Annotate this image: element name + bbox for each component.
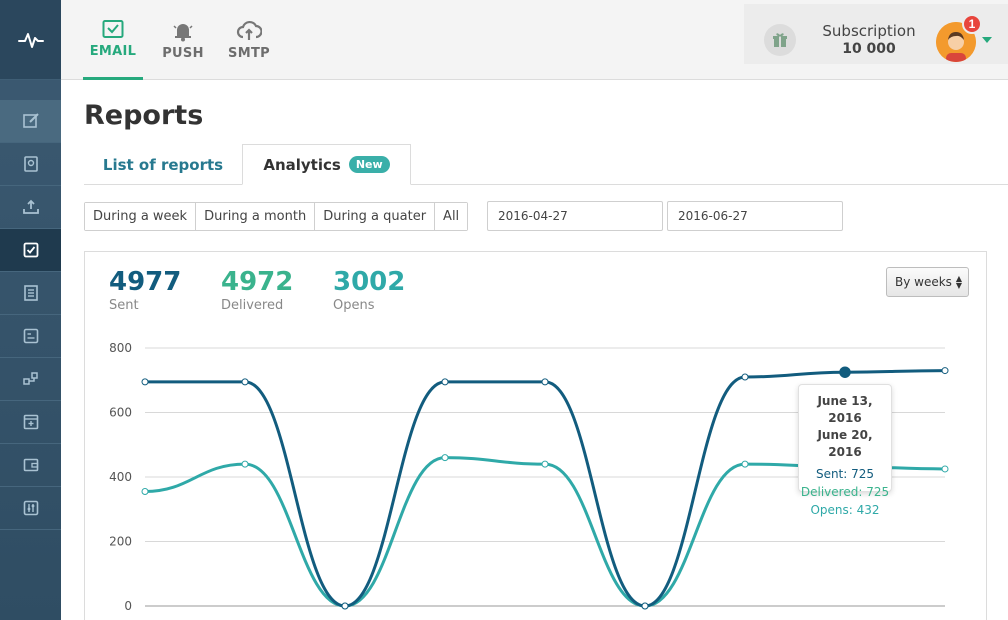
data-point-sent[interactable]	[241, 378, 249, 386]
chevron-down-icon[interactable]	[982, 37, 992, 43]
data-point-opens[interactable]	[541, 460, 549, 468]
data-point-opens[interactable]	[241, 460, 249, 468]
list-icon	[23, 285, 38, 301]
checkbox-icon	[23, 242, 38, 258]
tooltip-sent: Sent: 725	[815, 467, 875, 481]
grouping-select-value: By weeks	[895, 275, 952, 289]
date-to-input[interactable]	[667, 201, 843, 231]
pulse-logo-icon	[17, 32, 44, 48]
data-point-sent[interactable]	[341, 602, 349, 610]
y-tick-label: 600	[109, 406, 132, 420]
data-point-sent[interactable]	[741, 373, 749, 381]
top-header: EMAIL PUSH SMTP Subscription 10 000 1	[61, 0, 1008, 80]
upload-tray-icon	[22, 199, 39, 214]
stat-sent-value: 4977	[109, 267, 182, 297]
y-tick-label: 800	[109, 341, 132, 355]
tab-push[interactable]: PUSH	[155, 0, 211, 80]
stat-delivered-label: Delivered	[221, 298, 284, 313]
subscription-title: Subscription	[822, 22, 916, 40]
y-tick-label: 400	[109, 470, 132, 484]
data-point-sent[interactable]	[641, 602, 649, 610]
tooltip-opens: Opens: 432	[810, 503, 880, 517]
app-logo[interactable]	[0, 0, 61, 80]
tooltip-delivered: Delivered: 725	[800, 485, 890, 499]
sliders-icon	[23, 500, 38, 516]
tab-smtp-label: SMTP	[228, 45, 270, 61]
sidebar-item-settings[interactable]	[0, 487, 61, 530]
automation-icon	[22, 372, 38, 385]
data-point-sent[interactable]	[141, 378, 149, 386]
stat-delivered-value: 4972	[221, 267, 294, 297]
period-filter-group: During a week During a month During a qu…	[84, 202, 469, 231]
stat-sent: 4977 Sent	[109, 266, 181, 313]
chart-tooltip: June 13, 2016 June 20, 2016 Sent: 725 De…	[798, 384, 892, 517]
gift-button[interactable]	[764, 24, 796, 56]
add-window-icon	[23, 414, 38, 430]
sidebar-nav	[0, 100, 61, 530]
sidebar-item-add-window[interactable]	[0, 401, 61, 444]
tab-email-label: EMAIL	[89, 44, 137, 59]
subscription-panel: Subscription 10 000 1	[744, 4, 1008, 64]
sidebar-item-reports[interactable]	[0, 229, 61, 272]
stat-opens-label: Opens	[333, 298, 375, 313]
cloud-upload-icon	[236, 20, 262, 40]
filter-month-button[interactable]: During a month	[196, 203, 316, 230]
contacts-book-icon	[23, 156, 38, 172]
data-point-sent[interactable]	[839, 366, 851, 378]
tab-list-label: List of reports	[102, 155, 224, 174]
tooltip-date-start: June 13, 2016	[817, 394, 873, 425]
sidebar	[0, 0, 61, 620]
y-tick-label: 200	[109, 535, 132, 549]
select-arrows-icon: ▲ ▼	[955, 274, 962, 290]
sidebar-item-templates[interactable]	[0, 315, 61, 358]
sidebar-item-wallet[interactable]	[0, 444, 61, 487]
tab-list-of-reports[interactable]: List of reports	[84, 144, 242, 185]
new-badge: New	[348, 156, 390, 173]
tab-smtp[interactable]: SMTP	[221, 0, 277, 80]
data-point-sent[interactable]	[541, 378, 549, 386]
filter-quarter-button[interactable]: During a quater	[315, 203, 436, 230]
filter-week-button[interactable]: During a week	[85, 203, 197, 230]
tooltip-date-end: June 20, 2016	[817, 428, 873, 459]
date-from-input[interactable]	[487, 201, 663, 231]
sidebar-item-upload[interactable]	[0, 186, 61, 229]
sidebar-item-edit[interactable]	[0, 100, 61, 143]
gift-icon	[773, 33, 787, 47]
stat-sent-label: Sent	[109, 298, 139, 313]
data-point-sent[interactable]	[941, 367, 949, 375]
bell-icon	[173, 23, 193, 41]
stat-delivered: 4972 Delivered	[221, 266, 293, 313]
template-icon	[23, 328, 38, 344]
sidebar-item-contacts[interactable]	[0, 143, 61, 186]
tab-analytics[interactable]: Analytics New	[242, 144, 411, 185]
data-point-opens[interactable]	[141, 488, 149, 496]
tab-analytics-label: Analytics	[263, 155, 341, 174]
data-point-opens[interactable]	[941, 465, 949, 473]
sidebar-item-automation[interactable]	[0, 358, 61, 401]
notification-badge[interactable]: 1	[962, 14, 982, 34]
filter-all-button[interactable]: All	[435, 203, 468, 230]
stat-opens-value: 3002	[333, 267, 406, 297]
tab-push-label: PUSH	[162, 45, 204, 61]
grouping-select[interactable]: By weeks ▲ ▼	[886, 267, 969, 297]
tab-email[interactable]: EMAIL	[83, 0, 143, 80]
data-point-opens[interactable]	[741, 460, 749, 468]
subscription-count: 10 000	[842, 41, 896, 57]
y-tick-label: 0	[124, 599, 132, 613]
wallet-icon	[23, 458, 38, 472]
envelope-check-icon	[102, 20, 124, 38]
sidebar-item-lists[interactable]	[0, 272, 61, 315]
stat-opens: 3002 Opens	[333, 266, 405, 313]
data-point-sent[interactable]	[441, 378, 449, 386]
edit-icon	[22, 113, 39, 128]
data-point-opens[interactable]	[441, 454, 449, 462]
page-title: Reports	[84, 100, 204, 131]
